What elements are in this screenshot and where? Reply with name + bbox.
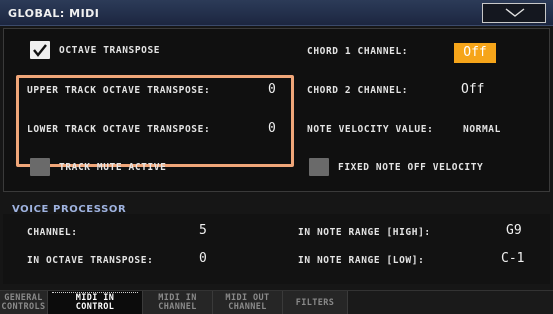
voice-processor-panel: CHANNEL: 5 IN OCTAVE TRANSPOSE: 0 IN NOT… — [3, 214, 550, 284]
tab-label-line2: CONTROL — [75, 302, 115, 312]
lower-track-label: LOWER TRACK OCTAVE TRANSPOSE: — [27, 124, 211, 135]
fixed-note-off-checkbox[interactable] — [309, 158, 329, 176]
tab-label-line2: CONTROLS — [1, 302, 46, 312]
vp-range-high-label: IN NOTE RANGE [HIGH]: — [298, 227, 431, 238]
page-menu-button[interactable] — [482, 3, 546, 23]
octave-transpose-checkbox[interactable] — [30, 41, 50, 59]
vp-in-octave-value[interactable]: 0 — [199, 251, 207, 266]
tab-label-line1: FILTERS — [295, 298, 335, 308]
title-bar: GLOBAL: MIDI — [0, 0, 553, 26]
screen: GLOBAL: MIDI OCTAVE TRANSPOSE UPPER TRAC… — [0, 0, 553, 314]
tab-midi-in-channel[interactable]: MIDI IN CHANNEL — [143, 291, 213, 314]
page-title: GLOBAL: MIDI — [8, 7, 100, 20]
vp-range-high-value[interactable]: G9 — [506, 223, 522, 238]
chord2-channel-value[interactable]: Off — [461, 82, 484, 97]
track-mute-checkbox[interactable] — [30, 158, 50, 176]
tab-bar: GENERAL CONTROLS MIDI IN CONTROL MIDI IN… — [0, 290, 553, 314]
chord1-channel-value[interactable]: Off — [454, 43, 496, 63]
vp-range-low-value[interactable]: C-1 — [501, 251, 524, 266]
lower-track-value[interactable]: 0 — [268, 121, 276, 136]
upper-track-label: UPPER TRACK OCTAVE TRANSPOSE: — [27, 85, 211, 96]
tab-filters[interactable]: FILTERS — [283, 291, 348, 314]
vp-channel-label: CHANNEL: — [27, 227, 78, 238]
note-velocity-value[interactable]: NORMAL — [463, 124, 501, 135]
note-velocity-label: NOTE VELOCITY VALUE: — [307, 124, 434, 135]
vp-in-octave-label: IN OCTAVE TRANSPOSE: — [27, 255, 154, 266]
chord1-channel-label: CHORD 1 CHANNEL: — [307, 46, 409, 57]
chord2-channel-label: CHORD 2 CHANNEL: — [307, 85, 409, 96]
tab-label-line2: CHANNEL — [228, 302, 267, 312]
tab-label-line2: CHANNEL — [158, 302, 197, 312]
vp-channel-value[interactable]: 5 — [199, 223, 207, 238]
midi-settings-panel: OCTAVE TRANSPOSE UPPER TRACK OCTAVE TRAN… — [3, 28, 550, 192]
checkmark-icon — [33, 44, 47, 57]
upper-track-value[interactable]: 0 — [268, 82, 276, 97]
vp-range-low-label: IN NOTE RANGE [LOW]: — [298, 255, 425, 266]
tab-general-controls[interactable]: GENERAL CONTROLS — [0, 291, 48, 314]
chevron-down-icon — [505, 8, 525, 17]
fixed-note-off-label: FIXED NOTE OFF VELOCITY — [338, 162, 484, 173]
octave-transpose-label: OCTAVE TRANSPOSE — [59, 45, 161, 56]
tab-midi-out-channel[interactable]: MIDI OUT CHANNEL — [213, 291, 283, 314]
tab-midi-in-control[interactable]: MIDI IN CONTROL — [48, 291, 143, 314]
track-mute-label: TRACK MUTE ACTIVE — [59, 162, 167, 173]
